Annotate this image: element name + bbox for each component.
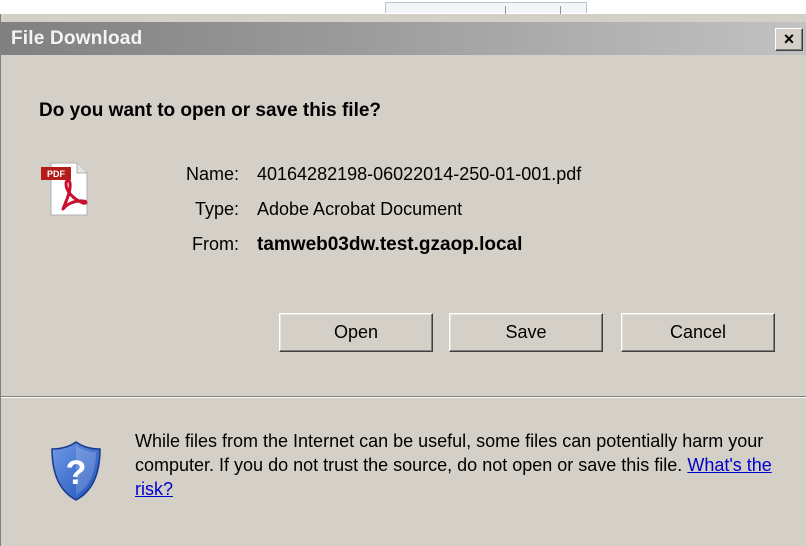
pdf-file-icon: PDF: [41, 162, 88, 216]
warning-text: While files from the Internet can be use…: [135, 431, 764, 475]
close-button[interactable]: ×: [775, 28, 803, 51]
close-icon: ×: [783, 29, 795, 49]
name-label: Name:: [185, 164, 239, 184]
separator-highlight: [1, 397, 806, 398]
title-bar[interactable]: File Download ×: [1, 22, 806, 55]
dialog-question: Do you want to open or save this file?: [39, 100, 382, 121]
security-warning: While files from the Internet can be use…: [135, 429, 785, 501]
file-download-dialog: File Download × Do you want to open or s…: [0, 14, 806, 546]
background-divider: [505, 6, 506, 14]
background-tab: [385, 2, 587, 13]
file-source-value: tamweb03dw.test.gzaop.local: [257, 234, 523, 255]
security-shield-icon: ?: [51, 441, 101, 501]
question-mark-glyph: ?: [66, 454, 87, 492]
type-label: Type:: [194, 199, 239, 219]
file-type-value: Adobe Acrobat Document: [257, 199, 463, 219]
save-button[interactable]: Save: [449, 313, 603, 352]
pdf-badge-text: PDF: [47, 169, 66, 179]
background-divider: [560, 6, 561, 14]
cancel-button[interactable]: Cancel: [621, 313, 775, 352]
background-window-strip: [0, 0, 806, 14]
file-name-value: 40164282198-06022014-250-01-001.pdf: [257, 164, 582, 184]
from-label: From:: [192, 234, 239, 254]
window-title: File Download: [11, 28, 143, 49]
open-button[interactable]: Open: [279, 313, 433, 352]
